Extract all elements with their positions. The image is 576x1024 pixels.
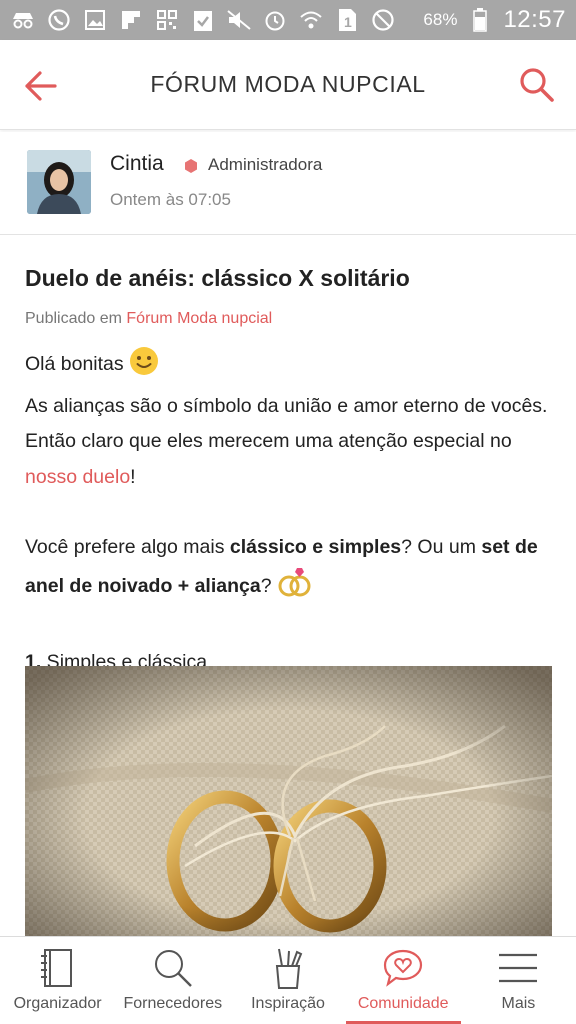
nav-comunidade[interactable]: Comunidade	[345, 937, 462, 1024]
block-icon	[370, 8, 396, 32]
status-icons-left: 1	[10, 8, 396, 32]
app-bar: FÓRUM MODA NUPCIAL	[0, 40, 576, 130]
nav-fornecedores[interactable]: Fornecedores	[115, 937, 230, 1024]
author-header: Cintia Administradora Ontem às 07:05	[0, 132, 576, 235]
greeting: Olá bonitas	[25, 353, 124, 375]
incognito-icon	[10, 8, 36, 32]
post-body: Olá bonitas As alianças são o símbolo da…	[25, 346, 551, 681]
mute-icon	[226, 8, 252, 32]
heart-chat-icon	[380, 945, 426, 991]
pencil-cup-icon	[265, 945, 311, 991]
svg-text:1: 1	[344, 14, 352, 30]
notebook-icon	[35, 945, 81, 991]
alarm-icon	[262, 8, 288, 32]
p2-part-c: ? Ou um	[401, 536, 482, 558]
paragraph-1: As alianças são o símbolo da união e amo…	[25, 389, 551, 496]
whatsapp-icon	[46, 8, 72, 32]
hexagon-icon	[184, 159, 198, 173]
nav-mais[interactable]: Mais	[461, 937, 576, 1024]
battery-percent: 68%	[423, 10, 458, 29]
rings-photo[interactable]	[25, 666, 552, 938]
published-in: Publicado em Fórum Moda nupcial	[25, 310, 551, 328]
author-name[interactable]: Cintia	[110, 152, 164, 176]
nav-label: Mais	[501, 995, 536, 1012]
arrow-left-icon[interactable]	[22, 68, 58, 104]
status-bar: 1 68% 12:57	[0, 0, 576, 40]
p2-part-a: Você prefere algo mais	[25, 536, 230, 558]
post-content: Duelo de anéis: clássico X solitário Pub…	[25, 236, 551, 681]
nav-label: Organizador	[13, 995, 102, 1012]
paragraph-1-end: !	[130, 465, 136, 488]
status-icons-right: 68% 12:57	[423, 6, 566, 34]
menu-icon	[495, 945, 541, 991]
avatar[interactable]	[27, 150, 91, 214]
post-title: Duelo de anéis: clássico X solitário	[25, 265, 410, 291]
clipboard-icon	[190, 8, 216, 32]
image-icon	[82, 8, 108, 32]
nav-label: Comunidade	[357, 995, 449, 1012]
sim-icon: 1	[334, 8, 360, 32]
author-role: Administradora	[208, 155, 323, 174]
qr-icon	[154, 8, 180, 32]
paragraph-1-text: As alianças são o símbolo da união e amo…	[25, 394, 548, 453]
p2-part-e: ?	[260, 574, 272, 597]
search-icon	[150, 945, 196, 991]
battery-icon	[467, 8, 493, 32]
clock: 12:57	[503, 6, 566, 33]
duel-link[interactable]: nosso duelo	[25, 466, 130, 488]
bottom-navigation: Organizador Fornecedores Inspiração Comu…	[0, 936, 576, 1024]
published-prefix: Publicado em	[25, 310, 127, 327]
paragraph-2: Você prefere algo mais clássico e simple…	[25, 530, 551, 610]
nav-label: Inspiração	[251, 995, 325, 1012]
nav-organizador[interactable]: Organizador	[0, 937, 115, 1024]
smiley-icon	[129, 346, 159, 389]
rings-icon	[277, 566, 313, 611]
nav-inspiracao[interactable]: Inspiração	[230, 937, 345, 1024]
page-title: FÓRUM MODA NUPCIAL	[150, 71, 426, 97]
nav-label: Fornecedores	[123, 995, 223, 1012]
forum-link[interactable]: Fórum Moda nupcial	[126, 310, 272, 327]
flipboard-icon	[118, 8, 144, 32]
post-timestamp: Ontem às 07:05	[110, 190, 231, 209]
search-icon[interactable]	[518, 66, 556, 104]
greeting-line: Olá bonitas	[25, 346, 551, 389]
p2-bold-classic: clássico e simples	[229, 536, 402, 558]
wifi-icon	[298, 8, 324, 32]
